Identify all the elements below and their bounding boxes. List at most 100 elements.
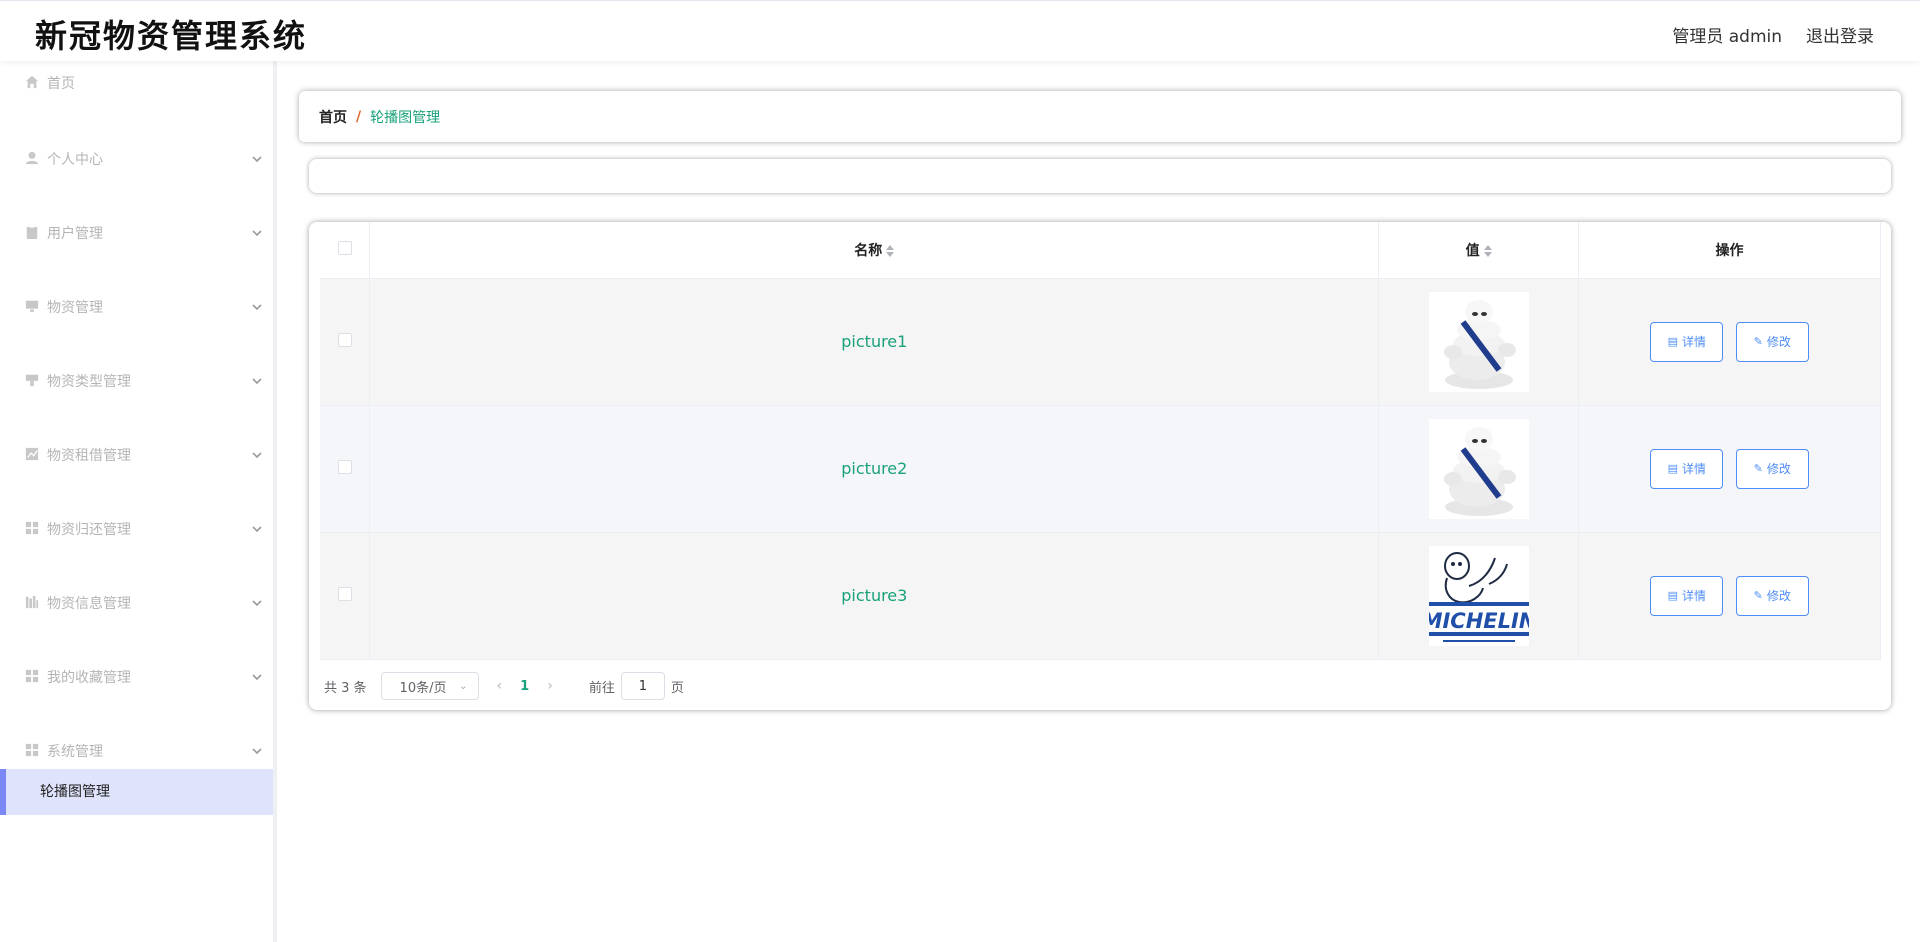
column-header-name-label: 名称 xyxy=(854,242,883,259)
chevron-down-icon xyxy=(251,597,263,609)
chevron-down-icon xyxy=(251,671,263,683)
sidebar-item-label: 物资类型管理 xyxy=(47,374,131,390)
breadcrumb-home-link[interactable]: 首页 xyxy=(319,107,347,127)
page-jumper: 前往 页 xyxy=(589,672,684,700)
sidebar-item-supply-type-management[interactable]: 物资类型管理 xyxy=(0,357,273,431)
row-checkbox[interactable] xyxy=(337,586,352,601)
chevron-down-icon xyxy=(251,153,263,165)
prev-page-button[interactable]: ‹ xyxy=(497,678,503,694)
tag-icon xyxy=(25,373,39,387)
detail-button-label: 详情 xyxy=(1681,589,1706,603)
sort-icon[interactable] xyxy=(1483,244,1492,258)
breadcrumb-current: 轮播图管理 xyxy=(370,109,441,126)
grid-icon xyxy=(25,521,39,535)
row-select-cell xyxy=(320,405,371,533)
page-size-value: 10条/页 xyxy=(399,680,447,696)
header-user-area: 管理员 admin 退出登录 xyxy=(1672,22,1874,47)
clipboard-icon xyxy=(25,225,39,239)
table-row: picture2 ▤ 详情 ✎ 修改 xyxy=(320,405,1881,533)
grid-icon xyxy=(25,669,39,683)
sidebar-item-user-management[interactable]: 用户管理 xyxy=(0,209,273,283)
bars-icon xyxy=(25,595,39,609)
sidebar-item-label: 个人中心 xyxy=(47,152,103,168)
column-header-value-label: 值 xyxy=(1465,242,1480,259)
row-select-cell xyxy=(320,532,371,660)
sidebar-item-home[interactable]: 首页 xyxy=(0,61,273,135)
sidebar-item-supply-rental-management[interactable]: 物资租借管理 xyxy=(0,431,273,505)
row-name: picture3 xyxy=(369,532,1380,660)
sidebar-item-label: 用户管理 xyxy=(47,226,103,242)
svg-text:MICHELIN: MICHELIN xyxy=(1429,609,1529,633)
sidebar-item-personal-center[interactable]: 个人中心 xyxy=(0,135,273,209)
row-image-cell xyxy=(1378,278,1580,406)
row-actions-cell: ▤ 详情 ✎ 修改 xyxy=(1578,278,1881,406)
sidebar-item-label: 我的收藏管理 xyxy=(47,670,131,686)
document-icon: ▤ xyxy=(1667,335,1678,348)
detail-button[interactable]: ▤ 详情 xyxy=(1650,575,1724,616)
chevron-down-icon xyxy=(251,375,263,387)
chart-icon xyxy=(25,447,39,461)
column-header-value[interactable]: 值 xyxy=(1378,222,1580,279)
row-checkbox[interactable] xyxy=(337,459,352,474)
row-checkbox[interactable] xyxy=(337,332,352,347)
detail-button[interactable]: ▤ 详情 xyxy=(1650,321,1724,362)
sidebar-item-label: 物资信息管理 xyxy=(47,596,131,612)
sidebar-item-my-favorites-management[interactable]: 我的收藏管理 xyxy=(0,653,273,727)
sidebar-subitem-carousel-management[interactable]: 轮播图管理 xyxy=(0,769,273,815)
edit-button[interactable]: ✎ 修改 xyxy=(1735,321,1809,362)
chevron-down-icon xyxy=(251,227,263,239)
edit-button-label: 修改 xyxy=(1766,335,1791,349)
app-title: 新冠物资管理系统 xyxy=(35,17,308,55)
sidebar-item-label: 物资管理 xyxy=(47,300,103,316)
next-page-button[interactable]: › xyxy=(547,678,553,694)
select-all-checkbox[interactable] xyxy=(337,240,352,255)
chevron-down-icon: ⌄ xyxy=(459,680,468,692)
pagination-total: 共 3 条 xyxy=(324,680,367,696)
michelin-man-image[interactable] xyxy=(1428,418,1529,519)
chevron-down-icon xyxy=(251,301,263,313)
chevron-down-icon xyxy=(251,523,263,535)
breadcrumb: 首页 / 轮播图管理 xyxy=(299,91,1901,142)
sidebar-item-label: 物资租借管理 xyxy=(47,448,131,464)
pencil-icon: ✎ xyxy=(1753,589,1763,602)
breadcrumb-separator: / xyxy=(356,108,362,125)
sidebar-item-label: 系统管理 xyxy=(47,744,103,760)
table-row: picture3 ICHELI ▤ 详情 ✎ 修改 xyxy=(320,532,1881,660)
main-content: 首页 / 轮播图管理 名称 值 操作 picture1 ▤ 详情 ✎ 修改 pi… xyxy=(281,61,1920,942)
row-name: picture2 xyxy=(369,405,1380,533)
row-name: picture1 xyxy=(369,278,1380,406)
select-all-header xyxy=(320,222,371,279)
row-image-cell xyxy=(1378,405,1580,533)
goto-page-input[interactable] xyxy=(620,672,665,700)
page-size-select[interactable]: 10条/页 ⌄ xyxy=(380,672,479,700)
sidebar-item-supply-return-management[interactable]: 物资归还管理 xyxy=(0,505,273,579)
table-row: picture1 ▤ 详情 ✎ 修改 xyxy=(320,278,1881,406)
logout-link[interactable]: 退出登录 xyxy=(1806,22,1874,47)
grid-icon xyxy=(25,743,39,757)
edit-button[interactable]: ✎ 修改 xyxy=(1735,448,1809,489)
row-image-cell: MICHELIN xyxy=(1378,532,1580,660)
chevron-down-icon xyxy=(251,745,263,757)
row-actions-cell: ▤ 详情 ✎ 修改 xyxy=(1578,405,1881,533)
carousel-table: 名称 值 操作 picture1 ▤ 详情 ✎ 修改 picture2 ▤ 详情… xyxy=(320,222,1881,660)
michelin-logo-image[interactable]: MICHELIN xyxy=(1421,545,1536,646)
pencil-icon: ✎ xyxy=(1753,335,1763,348)
chevron-down-icon xyxy=(251,449,263,461)
page-number-current[interactable]: 1 xyxy=(520,679,529,694)
sidebar: 首页 个人中心 用户管理 物资管理 物资类型管理 物资租借管理 物资归还管理 物… xyxy=(0,61,277,942)
home-icon xyxy=(25,75,39,89)
carousel-table-card: 名称 值 操作 picture1 ▤ 详情 ✎ 修改 picture2 ▤ 详情… xyxy=(309,222,1891,710)
sort-icon[interactable] xyxy=(886,244,895,258)
sidebar-item-supply-info-management[interactable]: 物资信息管理 xyxy=(0,579,273,653)
detail-button[interactable]: ▤ 详情 xyxy=(1650,448,1724,489)
edit-button[interactable]: ✎ 修改 xyxy=(1735,575,1809,616)
column-header-name[interactable]: 名称 xyxy=(369,222,1380,279)
michelin-man-image[interactable] xyxy=(1428,291,1529,392)
page-suffix-label: 页 xyxy=(670,680,684,696)
sidebar-item-label: 首页 xyxy=(47,76,75,92)
row-actions-cell: ▤ 详情 ✎ 修改 xyxy=(1578,532,1881,660)
sidebar-item-supplies-management[interactable]: 物资管理 xyxy=(0,283,273,357)
row-select-cell xyxy=(320,278,371,406)
column-header-actions: 操作 xyxy=(1578,222,1881,279)
admin-user-label[interactable]: 管理员 admin xyxy=(1672,22,1782,47)
